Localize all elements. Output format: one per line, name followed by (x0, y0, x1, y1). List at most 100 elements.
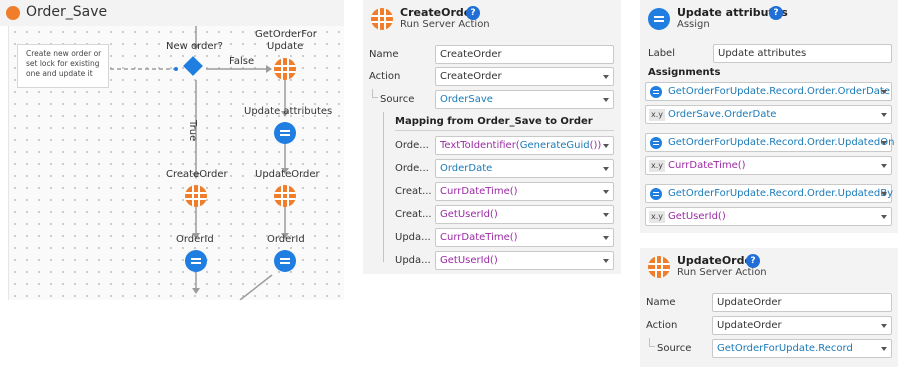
mapping-value-dropdown[interactable]: TextToIdentifier(GenerateGuid()) (435, 136, 614, 155)
order-id-right-assign-icon[interactable] (274, 250, 296, 272)
mapping-value-dropdown[interactable]: GetUserId() (435, 205, 614, 224)
help-icon[interactable]: ? (466, 6, 480, 20)
create-order-properties-panel: CreateOrder ? Run Server Action Name Cre… (363, 0, 621, 274)
comment-line: set lock for existing (26, 59, 100, 68)
expression-icon: x.y (649, 109, 666, 121)
create-order-label: CreateOrder (166, 169, 228, 180)
source-row: Source GetOrderForUpdate.Record (640, 339, 898, 359)
mapping-value-dropdown[interactable]: CurrDateTime() (435, 228, 614, 247)
mapping-value-part: GenerateGuid (519, 140, 590, 151)
label-field[interactable]: Update attributes (713, 44, 892, 63)
server-action-icon (648, 256, 670, 278)
assignment-variable: GetOrderForUpdate.Record.Order.UpdatedOn (668, 137, 895, 148)
divider (395, 130, 614, 131)
mapping-value-part: TextToIdentifier( (440, 140, 520, 151)
flow-editor: Order_Save Create new order or set lock … (0, 0, 344, 300)
connector-right-out (239, 274, 273, 300)
mapping-value-part: ()) (589, 140, 602, 151)
assignments-title: Assignments (648, 67, 721, 78)
action-dropdown[interactable]: UpdateOrder (712, 316, 892, 335)
action-row: Action CreateOrder (363, 67, 621, 87)
name-row: Name CreateOrder (363, 45, 621, 65)
action-label: Action (369, 71, 401, 82)
assignment-value-dropdown[interactable]: x.y OrderSave.OrderDate (645, 105, 892, 124)
chevron-down-icon (881, 141, 887, 145)
assign-icon (650, 137, 662, 149)
mapping-value-part: CurrDateTime() (440, 186, 518, 197)
update-attributes-assign-icon[interactable] (274, 122, 296, 144)
chevron-down-icon (603, 75, 609, 79)
assignment-value-dropdown[interactable]: x.y GetUserId() (645, 207, 892, 226)
assignment-variable-dropdown[interactable]: GetOrderForUpdate.Record.Order.UpdatedBy (645, 184, 894, 203)
mapping-row: Orde... OrderDate (363, 159, 621, 179)
assign-icon (650, 86, 662, 98)
action-dropdown[interactable]: CreateOrder (435, 67, 614, 86)
action-row: Action UpdateOrder (640, 316, 898, 336)
chevron-down-icon (603, 167, 609, 171)
assignment-value: OrderSave.OrderDate (668, 109, 777, 120)
assignment-variable-dropdown[interactable]: GetOrderForUpdate.Record.Order.UpdatedOn (645, 133, 895, 152)
mapping-value-dropdown[interactable]: OrderDate (435, 159, 614, 178)
chevron-down-icon (881, 113, 887, 117)
get-order-server-action-icon[interactable] (274, 58, 296, 80)
chevron-down-icon (603, 190, 609, 194)
assignment-variable: GetOrderForUpdate.Record.Order.UpdatedBy (668, 188, 894, 199)
assign-properties-panel: Update attributes ? Assign Label Update … (640, 0, 898, 233)
panel-header: UpdateOrder ? Run Server Action (640, 248, 898, 286)
name-field[interactable]: UpdateOrder (712, 293, 892, 312)
source-dropdown[interactable]: OrderSave (435, 90, 614, 109)
chevron-down-icon (881, 164, 887, 168)
mapping-attribute-label: Creat... (395, 209, 432, 220)
name-row: Name UpdateOrder (640, 293, 898, 313)
comment-line: Create new order or (26, 49, 102, 58)
help-icon[interactable]: ? (746, 254, 760, 268)
panel-subtitle: Assign (677, 19, 710, 30)
get-order-label-2: Update (267, 41, 304, 52)
update-attributes-label: Update attributes (244, 106, 333, 117)
decision-label: New order? (166, 41, 223, 52)
order-id-left-assign-icon[interactable] (185, 250, 207, 272)
panel-header: CreateOrder ? Run Server Action (363, 0, 621, 38)
arrow-head (266, 65, 272, 73)
action-value: CreateOrder (440, 71, 502, 82)
expression-icon: x.y (649, 211, 666, 223)
help-icon[interactable]: ? (769, 6, 783, 20)
source-label: Source (380, 94, 415, 105)
name-field[interactable]: CreateOrder (435, 45, 614, 64)
assignment-value-dropdown[interactable]: x.y CurrDateTime() (645, 156, 892, 175)
order-id-left-label: OrderId (176, 234, 214, 245)
chevron-down-icon (603, 236, 609, 240)
panel-header: Update attributes ? Assign (640, 0, 898, 38)
chevron-down-icon (881, 215, 887, 219)
mapping-value-dropdown[interactable]: CurrDateTime() (435, 182, 614, 201)
update-order-server-action-icon[interactable] (274, 185, 296, 207)
mapping-row: Orde... TextToIdentifier(GenerateGuid()) (363, 136, 621, 156)
mapping-value-part: GetUserId() (440, 209, 498, 220)
assignment-variable-dropdown[interactable]: GetOrderForUpdate.Record.Order.OrderDate (645, 82, 892, 101)
mapping-attribute-label: Orde... (395, 140, 429, 151)
label-label: Label (648, 48, 675, 59)
assign-icon (650, 188, 662, 200)
create-order-server-action-icon[interactable] (185, 185, 207, 207)
panel-subtitle: Run Server Action (400, 19, 490, 30)
update-order-label: UpdateOrder (255, 169, 320, 180)
chevron-down-icon (603, 98, 609, 102)
arrow-head (192, 288, 200, 294)
source-dropdown[interactable]: GetOrderForUpdate.Record (712, 339, 892, 358)
chevron-down-icon (603, 259, 609, 263)
mapping-row: Creat... CurrDateTime() (363, 182, 621, 202)
flow-comment[interactable]: Create new order or set lock for existin… (17, 44, 109, 88)
mapping-value-dropdown[interactable]: GetUserId() (435, 251, 614, 270)
source-value: GetOrderForUpdate.Record (717, 343, 853, 354)
action-value: UpdateOrder (717, 320, 782, 331)
mapping-row: Creat... GetUserId() (363, 205, 621, 225)
label-row: Label Update attributes (640, 44, 898, 64)
mapping-value-part: CurrDateTime() (440, 232, 518, 243)
panel-subtitle: Run Server Action (677, 267, 767, 278)
false-label: False (229, 56, 255, 67)
expression-icon: x.y (649, 160, 666, 172)
name-label: Name (646, 297, 676, 308)
mapping-attribute-label: Upda... (395, 255, 431, 266)
assignment-variable: GetOrderForUpdate.Record.Order.OrderDate (668, 86, 890, 97)
chevron-down-icon (881, 192, 887, 196)
